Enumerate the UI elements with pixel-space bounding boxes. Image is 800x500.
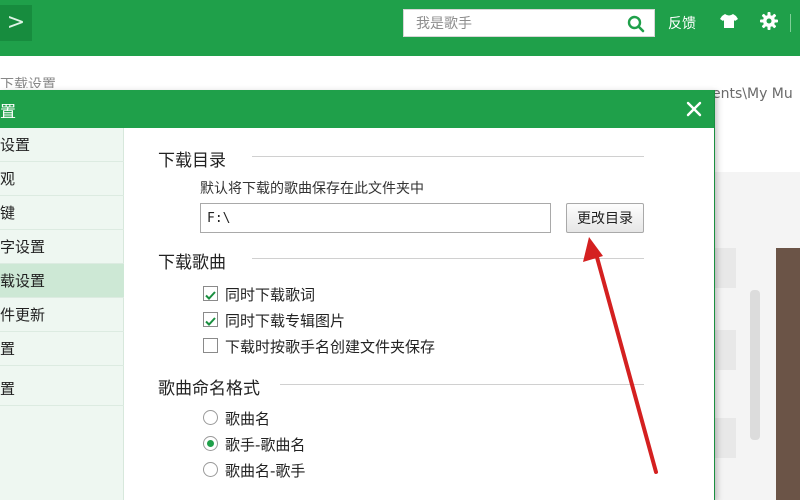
- background-list-block: [714, 418, 736, 458]
- background-scrollbar[interactable]: [750, 290, 760, 440]
- radio-name-artist-song[interactable]: [203, 436, 218, 451]
- download-dir-description: 默认将下载的歌曲保存在此文件夹中: [200, 181, 424, 197]
- skin-shirt-icon[interactable]: [720, 13, 738, 29]
- checkbox-download-lyrics[interactable]: [203, 286, 218, 301]
- sidebar-item-label: 其他设置: [0, 380, 16, 398]
- option-download-lyrics[interactable]: 同时下载歌词: [203, 283, 343, 305]
- gear-icon[interactable]: [759, 11, 779, 31]
- toolbar-separator: [790, 14, 791, 32]
- option-download-cover[interactable]: 同时下载专辑图片: [203, 309, 373, 331]
- background-path-text: ents\My Mu: [712, 86, 793, 102]
- sidebar-item-network[interactable]: 网络设置: [0, 332, 124, 366]
- sidebar-item-appearance[interactable]: 外观: [0, 162, 124, 196]
- option-label: 下载时按歌手名创建文件夹保存: [225, 338, 436, 356]
- section-divider: [252, 258, 644, 259]
- close-icon[interactable]: [686, 101, 702, 117]
- sidebar-item-download[interactable]: 下载设置: [0, 264, 124, 298]
- sidebar-item-lyrics[interactable]: 歌词字设置: [0, 230, 124, 264]
- download-dir-title: 下载目录: [158, 151, 226, 171]
- download-song-title: 下载歌曲: [158, 253, 226, 273]
- radio-selected-dot: [207, 440, 214, 447]
- background-list-block: [714, 248, 736, 288]
- feedback-link[interactable]: 反馈: [668, 13, 696, 33]
- checkmark-icon: [205, 317, 216, 326]
- option-name-song[interactable]: 歌曲名: [203, 407, 303, 429]
- section-divider: [252, 156, 644, 157]
- option-label: 歌手-歌曲名: [225, 436, 306, 454]
- option-artist-folder[interactable]: 下载时按歌手名创建文件夹保存: [203, 335, 463, 357]
- sidebar-item-label: 快捷键: [0, 204, 16, 222]
- settings-dialog: 设置 常规设置 外观 快捷键 歌词字设置 下载设置 软件更新 网络设置 其他设置…: [0, 90, 715, 500]
- dialog-title-bar: 设置: [0, 90, 714, 128]
- sidebar-item-label: 软件更新: [0, 306, 46, 324]
- dialog-title: 设置: [0, 102, 17, 121]
- forward-nav-button[interactable]: >: [0, 5, 32, 41]
- option-name-artist-song[interactable]: 歌手-歌曲名: [203, 433, 333, 455]
- search-input[interactable]: [414, 13, 618, 35]
- option-label: 同时下载专辑图片: [225, 312, 346, 330]
- sidebar-item-label: 外观: [0, 170, 16, 188]
- option-label: 歌曲名: [225, 410, 271, 428]
- sidebar-item-label: 网络设置: [0, 340, 16, 358]
- background-list-block: [714, 330, 736, 370]
- top-bar: > 反馈: [0, 0, 800, 56]
- sidebar-item-update[interactable]: 软件更新: [0, 298, 124, 332]
- checkbox-artist-folder[interactable]: [203, 338, 218, 353]
- download-path-field[interactable]: [200, 203, 551, 233]
- option-name-song-artist[interactable]: 歌曲名-歌手: [203, 459, 333, 481]
- sidebar-item-label: 常规设置: [0, 136, 31, 154]
- sidebar-item-general[interactable]: 常规设置: [0, 128, 124, 162]
- section-divider: [280, 384, 644, 385]
- checkbox-download-cover[interactable]: [203, 312, 218, 327]
- sidebar-item-hotkeys[interactable]: 快捷键: [0, 196, 124, 230]
- checkmark-icon: [205, 291, 216, 300]
- radio-name-song-artist[interactable]: [203, 462, 218, 477]
- sidebar-item-label: 歌词字设置: [0, 238, 46, 256]
- change-directory-button[interactable]: 更改目录: [566, 203, 644, 233]
- search-box: [403, 9, 655, 37]
- naming-format-title: 歌曲命名格式: [158, 379, 260, 399]
- sidebar-item-other[interactable]: 其他设置: [0, 372, 124, 406]
- settings-sidebar: 常规设置 外观 快捷键 歌词字设置 下载设置 软件更新 网络设置 其他设置: [0, 128, 124, 500]
- background-section-heading: 下载设置: [0, 77, 56, 88]
- sidebar-item-label: 下载设置: [0, 272, 46, 290]
- chevron-right-icon: >: [6, 10, 26, 35]
- option-label: 歌曲名-歌手: [225, 462, 306, 480]
- option-label: 同时下载歌词: [225, 286, 316, 304]
- radio-name-song[interactable]: [203, 410, 218, 425]
- background-artist-image: [776, 248, 800, 500]
- search-icon[interactable]: [626, 14, 646, 34]
